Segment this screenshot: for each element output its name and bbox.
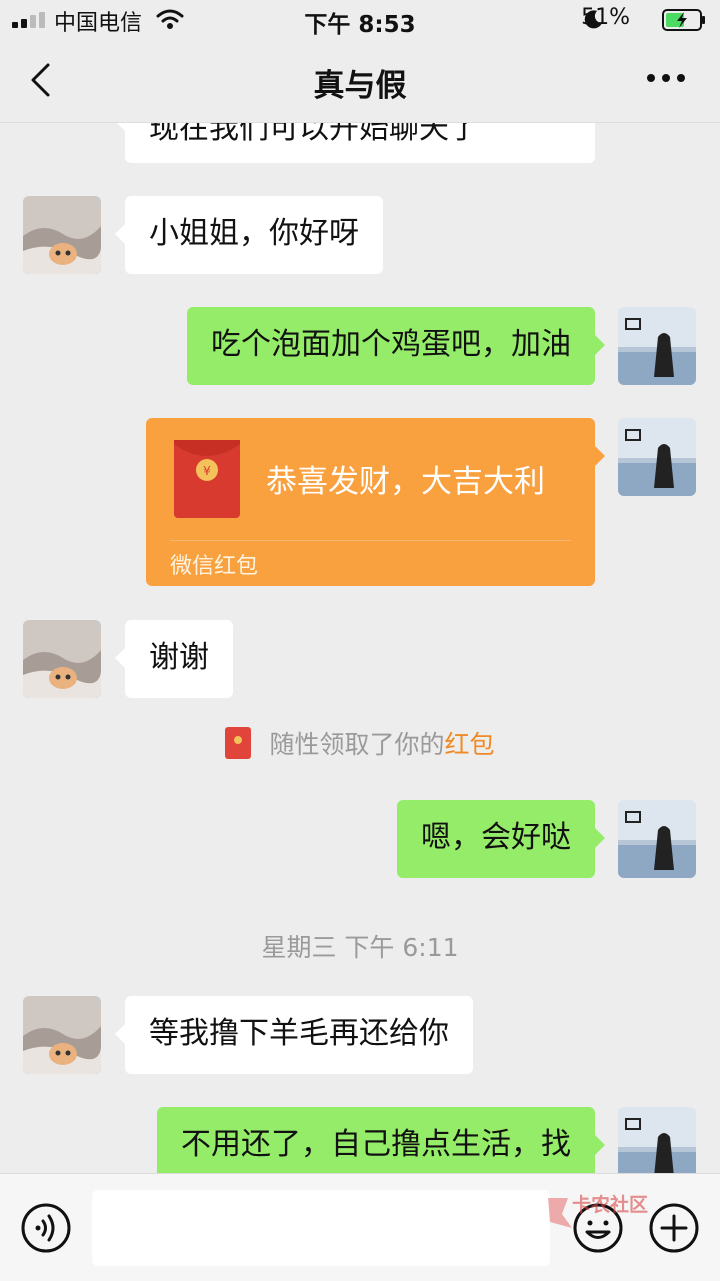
- message-bubble-self[interactable]: 吃个泡面加个鸡蛋吧，加油: [187, 307, 605, 385]
- divider: [170, 540, 571, 541]
- message-bubble[interactable]: 等我撸下羊毛再还给你: [115, 996, 473, 1074]
- red-envelope-icon: ¥: [174, 440, 240, 518]
- chat-title: 真与假: [313, 68, 407, 104]
- message-bubble-self[interactable]: 不用还了，自己撸点生活，找: [157, 1107, 605, 1173]
- user-avatar[interactable]: [618, 1107, 696, 1173]
- message-bubble[interactable]: 小姐姐，你好呀: [115, 196, 383, 274]
- message-input[interactable]: [92, 1190, 550, 1266]
- message-text: 现在我们可以开始聊天了: [149, 123, 479, 146]
- system-notice: 随性领取了你的红包: [0, 725, 720, 762]
- message-text: 嗯，会好哒: [421, 820, 571, 855]
- message-text: 谢谢: [149, 640, 209, 675]
- user-avatar[interactable]: [618, 418, 696, 496]
- message-text: 吃个泡面加个鸡蛋吧，加油: [211, 327, 571, 362]
- battery-icon: [662, 9, 705, 31]
- watermark-text: 卡农社区: [572, 1194, 649, 1216]
- voice-icon[interactable]: [20, 1202, 72, 1254]
- user-avatar[interactable]: [618, 307, 696, 385]
- status-bar: 中国电信 下午 8:53 51%: [0, 0, 720, 40]
- user-avatar[interactable]: [618, 800, 696, 878]
- message-bubble[interactable]: 谢谢: [115, 620, 233, 698]
- battery-percent: 51%: [581, 5, 630, 30]
- timestamp: 星期三 下午 6:11: [261, 933, 459, 962]
- svg-text:¥: ¥: [203, 464, 211, 478]
- chat-area[interactable]: 现在我们可以开始聊天了 小姐姐，你好呀 吃个泡面加个鸡蛋吧，加油 ¥ 恭喜发财，…: [0, 123, 720, 1173]
- more-dots-icon[interactable]: [646, 68, 686, 88]
- red-envelope-icon: [225, 727, 252, 759]
- plus-icon[interactable]: [648, 1202, 700, 1254]
- system-notice-text: 随性领取了你的: [269, 730, 445, 759]
- red-packet-greeting: 恭喜发财，大吉大利: [266, 464, 545, 500]
- message-text: 等我撸下羊毛再还给你: [149, 1016, 449, 1051]
- nav-bar: 真与假: [0, 40, 720, 123]
- contact-avatar[interactable]: [23, 620, 101, 698]
- red-packet-label: 微信红包: [170, 554, 259, 579]
- message-text: 不用还了，自己撸点生活，找: [181, 1127, 571, 1162]
- input-bar: 卡农社区: [0, 1173, 720, 1281]
- contact-avatar[interactable]: [23, 996, 101, 1074]
- red-packet-link[interactable]: 红包: [445, 730, 495, 759]
- message-bubble-self[interactable]: 嗯，会好哒: [397, 800, 605, 878]
- contact-avatar[interactable]: [23, 196, 101, 274]
- red-packet-card[interactable]: ¥ 恭喜发财，大吉大利 微信红包: [146, 418, 605, 586]
- message-text: 小姐姐，你好呀: [149, 216, 359, 251]
- message-bubble[interactable]: 现在我们可以开始聊天了: [115, 123, 595, 163]
